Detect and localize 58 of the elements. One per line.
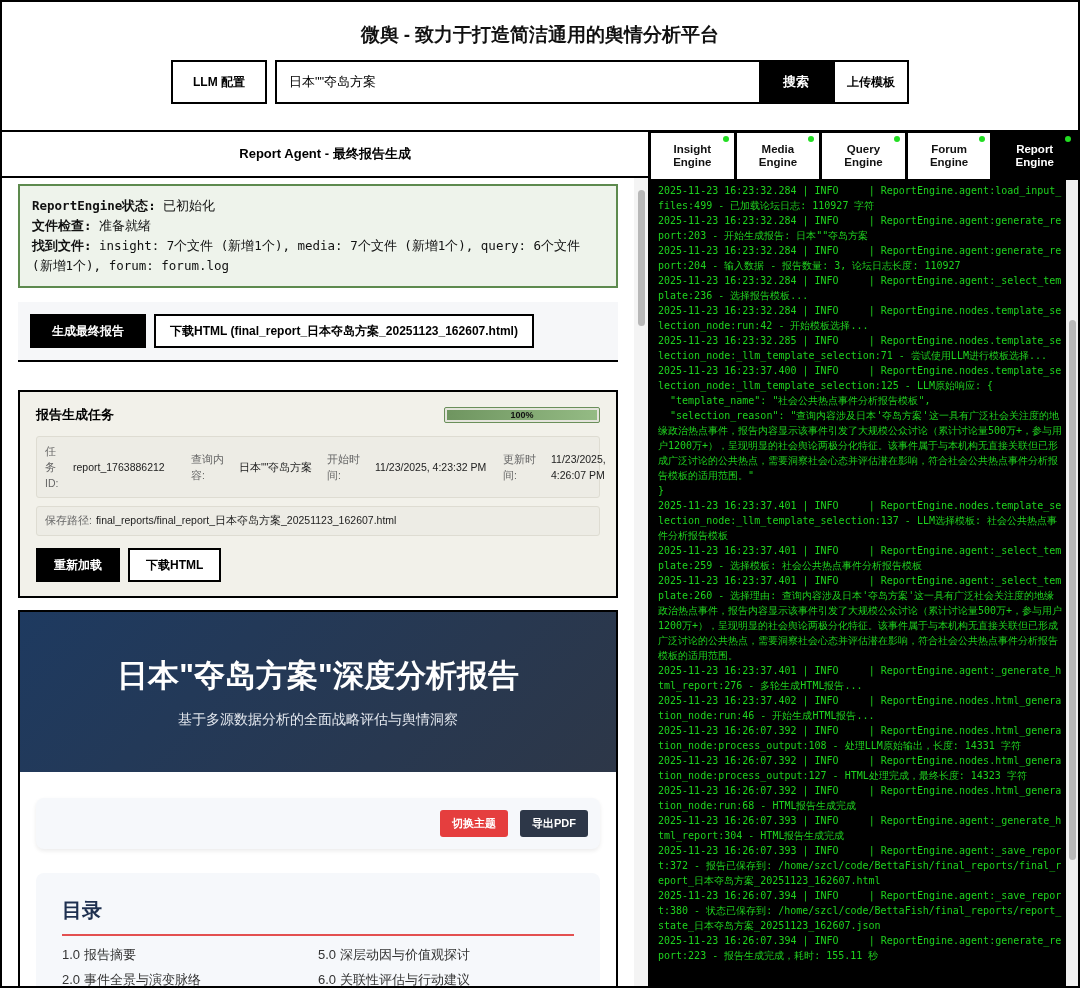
search-button[interactable]: 搜索 (759, 62, 833, 102)
report-subtitle: 基于多源数据分析的全面战略评估与舆情洞察 (178, 711, 458, 729)
task-title: 报告生成任务 (36, 406, 114, 424)
field-label: 查询内容: (191, 452, 225, 483)
engine-tab[interactable]: Forum Engine (906, 132, 993, 180)
field-label: 更新时间: (503, 452, 537, 483)
log-entry: 2025-11-23 16:26:07.393 | INFO | ReportEngine.agent:_save_report:372 - 报告已保存到: /home/szcl/code/BettaFish/final_reports/final_report_日本夺岛方案_20251123_162607.html (658, 844, 1063, 888)
field-value: report_1763886212 (73, 460, 166, 475)
log-entry: 2025-11-23 16:26:07.394 | INFO | ReportEngine.agent:generate_report:223 - 报告生成完成，耗时: 155.11 秒 (658, 934, 1063, 963)
log-entry: 2025-11-23 16:23:32.284 | INFO | ReportEngine.agent:generate_report:203 - 开始生成报告: 日本""夺岛方案 (658, 214, 1063, 243)
generate-report-button[interactable]: 生成最终报告 (30, 314, 146, 348)
status-line: 文件检查: 准备就绪 (32, 217, 153, 235)
report-title: 日本"夺岛方案"深度分析报告 (117, 657, 519, 695)
export-pdf-button[interactable]: 导出PDF (520, 810, 588, 837)
field-value: 11/23/2025, 4:23:32 PM (375, 460, 488, 475)
log-entry: 2025-11-23 16:23:37.401 | INFO | ReportEngine.agent:_select_template:260 - 选择理由: 查询内容涉及日本'夺岛方案'这一具有广泛社会关注度的地缘政治热点事件，报告内容显示该事件引发了大规模公众讨论（累计讨论量500万+，参与用户1200万+），呈现明显的社会舆论两极分化特征。该事件属于与本机构无直接关联但已形成广泛讨论的公共热点，需要洞察社会心态并评估潜在影响，符合社会公共热点事件分析报告模板的适用范围。 (658, 574, 1064, 663)
log-entry: 2025-11-23 16:23:37.402 | INFO | ReportEngine.nodes.html_generation_node:run:46 - 开始生成HTML报告... (658, 694, 1063, 723)
status-line: 找到文件: insight: 7个文件 (新增1个), media: 7个文件 (新增1个), query: 6个文件 (新增1个), forum: forum.log (32, 237, 582, 275)
log-entry: 2025-11-23 16:23:37.401 | INFO | ReportEngine.agent:_generate_html_report:276 - 多轮生成HTML报告... (658, 664, 1063, 693)
log-entry: 2025-11-23 16:23:32.284 | INFO | ReportEngine.agent:_select_template:236 - 选择报告模板... (658, 274, 1063, 303)
progress-label: 100% (509, 409, 535, 422)
app-title: 微舆 - 致力于打造简洁通用的舆情分析平台 (360, 23, 720, 47)
toc-link[interactable]: 2.0 事件全景与演变脉络 (62, 971, 318, 986)
toc-link[interactable]: 6.0 关联性评估与行动建议 (318, 971, 574, 986)
engine-tab[interactable]: Query Engine (821, 132, 907, 180)
toc-title: 目录 (62, 897, 574, 936)
log-entry: 2025-11-23 16:23:37.400 | INFO | ReportEngine.nodes.template_selection_node:_llm_template_selection:125 - LLM原始响应: { "template_name": "社会公共热点事件分析报告模板", "selection_reason": "查询内容涉及日本'夺岛方案'这一具有广泛社会关注度的地缘政治热点事件，报告内容显示该事件引发了大规模公众讨论（累计讨论量500万+，参与用户1200万+），呈现明显的社会舆论两极分化特征。该事件属于与本机构无直接关联但已形成广泛讨论的公共热点，需要洞察社会心态并评估潜在影响，符合社会公共热点事件分析报告模板的适用范围。" } (658, 364, 1064, 498)
engine-tab[interactable]: Media Engine (735, 132, 822, 180)
log-entry: 2025-11-23 16:23:32.284 | INFO | ReportEngine.agent:load_input_files:499 - 已加载论坛日志: 110927 字符 (658, 184, 1063, 213)
field-label: 开始时间: (327, 452, 361, 483)
download-html-button[interactable]: 下载HTML (128, 548, 222, 582)
log-entry: 2025-11-23 16:26:07.392 | INFO | ReportEngine.nodes.html_generation_node:run:68 - HTML报告生成完成 (658, 784, 1063, 813)
log-entry: 2025-11-23 16:23:37.401 | INFO | ReportEngine.nodes.template_selection_node:_llm_template_selection:137 - LLM选择模板: 社会公共热点事件分析报告模板 (658, 499, 1063, 543)
log-entry: 2025-11-23 16:23:32.284 | INFO | ReportEngine.agent:generate_report:204 - 输入数据 - 报告数量: 3, 论坛日志长度: 110927 (658, 244, 1063, 273)
field-label: 任务ID: (45, 444, 60, 491)
engine-tab[interactable]: Insight Engine (650, 132, 736, 180)
field-value: 11/23/2025, 4:26:07 PM (551, 452, 606, 483)
toc-link[interactable]: 5.0 深层动因与价值观探讨 (318, 946, 574, 963)
field-value: 日本""夺岛方案 (239, 460, 314, 475)
reload-button[interactable]: 重新加载 (36, 548, 120, 582)
log-entry: 2025-11-23 16:26:07.394 | INFO | ReportEngine.agent:_save_report:380 - 状态已保存到: /home/szcl/code/BettaFish/final_reports/report_state_日本夺岛方案_20251123_162607.json (658, 889, 1063, 933)
log-entry: 2025-11-23 16:23:32.284 | INFO | ReportEngine.nodes.template_selection_node:run:42 - 开始模板选择... (658, 304, 1063, 333)
llm-config-button[interactable]: LLM 配置 (171, 60, 267, 104)
log-entry: 2025-11-23 16:23:37.401 | INFO | ReportEngine.agent:_select_template:259 - 选择模板: 社会公共热点事件分析报告模板 (658, 544, 1063, 573)
scrollbar[interactable] (1066, 180, 1078, 986)
switch-theme-button[interactable]: 切换主题 (440, 810, 508, 837)
scrollbar[interactable] (634, 178, 648, 986)
status-line: ReportEngine状态: 已初始化 (32, 197, 217, 215)
log-entry: 2025-11-23 16:26:07.392 | INFO | ReportEngine.nodes.html_generation_node:process_output:127 - HTML处理完成，最终长度: 14323 字符 (658, 754, 1063, 783)
log-entry: 2025-11-23 16:26:07.393 | INFO | ReportEngine.agent:_generate_html_report:304 - HTML报告生成完成 (658, 814, 1063, 843)
search-field[interactable]: 日本""夺岛方案 搜索 上传模板 (275, 60, 909, 104)
toc-link[interactable]: 1.0 报告摘要 (62, 946, 318, 963)
log-entry: 2025-11-23 16:23:32.285 | INFO | ReportEngine.nodes.template_selection_node:_llm_template_selection:71 - 尝试使用LLM进行模板选择... (658, 334, 1063, 363)
log-entry: 2025-11-23 16:26:07.392 | INFO | ReportEngine.nodes.html_generation_node:process_output:108 - 处理LLM原始输出，长度: 14331 字符 (658, 724, 1063, 753)
field-value: final_reports/final_report_日本夺岛方案_20251123_162607.html (95, 514, 397, 528)
download-html-button[interactable]: 下载HTML (final_report_日本夺岛方案_20251123_162607.html) (154, 314, 534, 348)
panel-title: Report Agent - 最终报告生成 (2, 132, 648, 178)
field-label: 保存路径: (45, 514, 92, 528)
